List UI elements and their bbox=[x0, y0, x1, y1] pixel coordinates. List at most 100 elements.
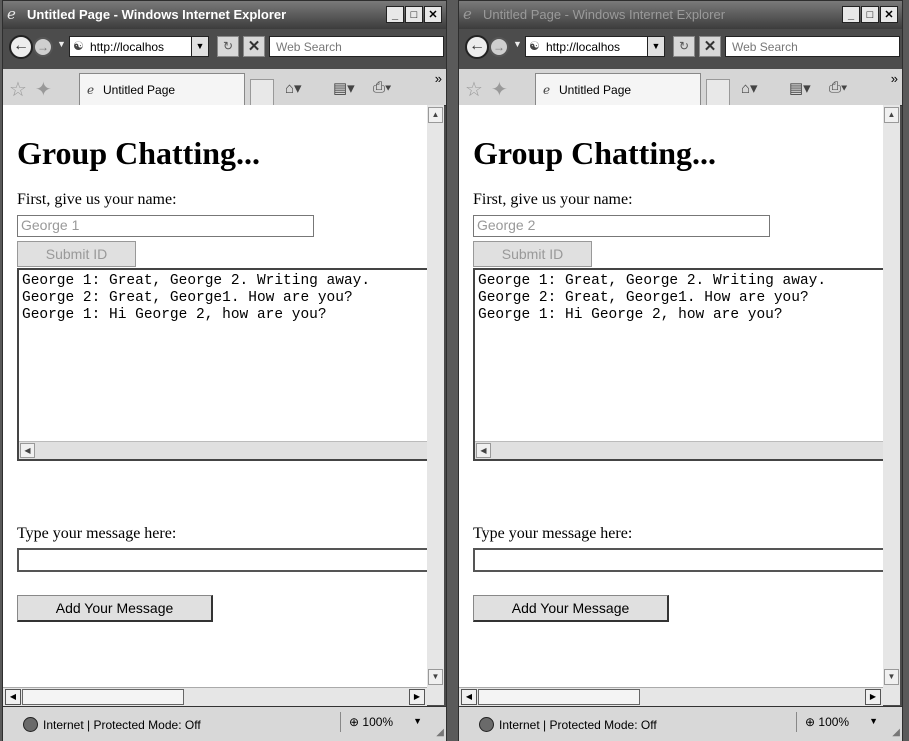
scrollbar-corner bbox=[427, 687, 444, 705]
name-field[interactable]: George 2 bbox=[473, 215, 770, 237]
message-input[interactable] bbox=[473, 548, 883, 572]
chat-log[interactable]: George 1: Great, George 2. Writing away.… bbox=[473, 268, 883, 461]
message-prompt: Type your message here: bbox=[17, 525, 177, 542]
ie-logo-icon: e bbox=[463, 5, 472, 23]
caption-buttons: _ □ ✕ bbox=[385, 6, 442, 23]
ie-logo-icon: e bbox=[87, 83, 95, 97]
add-favorites-icon[interactable]: ✦ bbox=[491, 77, 508, 102]
search-input[interactable]: Web Search bbox=[725, 36, 900, 57]
rss-feed-icon[interactable]: ▤▾ bbox=[789, 79, 811, 97]
globe-icon bbox=[23, 717, 38, 732]
page-title: Group Chatting... bbox=[17, 135, 261, 171]
zoom-level: 100% bbox=[818, 715, 850, 729]
home-icon[interactable]: ⌂▾ bbox=[285, 79, 302, 97]
scroll-down-icon[interactable]: ▼ bbox=[428, 669, 443, 685]
zoom-dropdown-icon[interactable]: ▼ bbox=[869, 716, 878, 726]
search-input[interactable]: Web Search bbox=[269, 36, 444, 57]
chat-line: George 2: Great, George1. How are you? bbox=[478, 290, 809, 306]
zoom-icon: ⊕ bbox=[805, 715, 816, 729]
chat-line: George 1: Great, George 2. Writing away. bbox=[478, 273, 827, 289]
minimize-button[interactable]: _ bbox=[842, 6, 860, 23]
scroll-left-icon[interactable]: ◀ bbox=[5, 689, 21, 705]
new-tab-button[interactable] bbox=[706, 79, 730, 105]
zoom-control[interactable]: ⊕ 100% ▼ bbox=[796, 712, 888, 732]
title-bar[interactable]: e Untitled Page - Windows Internet Explo… bbox=[3, 1, 446, 29]
tab-untitled-page[interactable]: e Untitled Page bbox=[79, 73, 245, 105]
print-icon[interactable]: ⎙▾ bbox=[829, 79, 847, 96]
history-dropdown-icon[interactable]: ▼ bbox=[513, 39, 522, 49]
scroll-right-icon[interactable]: ▶ bbox=[409, 689, 425, 705]
scroll-left-icon[interactable]: ◀ bbox=[20, 443, 35, 458]
vertical-scrollbar[interactable]: ▲ ▼ bbox=[427, 105, 444, 687]
message-input[interactable] bbox=[17, 548, 427, 572]
maximize-button[interactable]: □ bbox=[861, 6, 879, 23]
scroll-thumb[interactable] bbox=[22, 689, 184, 705]
add-message-button[interactable]: Add Your Message bbox=[473, 595, 669, 622]
page-content: Group Chatting... First, give us your na… bbox=[459, 105, 883, 687]
address-dropdown-icon[interactable]: ▼ bbox=[191, 37, 208, 56]
close-button[interactable]: ✕ bbox=[424, 6, 442, 23]
name-field[interactable]: George 1 bbox=[17, 215, 314, 237]
chat-log-scrollbar[interactable]: ◀ bbox=[475, 441, 883, 459]
add-favorites-icon[interactable]: ✦ bbox=[35, 77, 52, 102]
scroll-down-icon[interactable]: ▼ bbox=[884, 669, 899, 685]
ie-logo-icon: e bbox=[543, 83, 551, 97]
vertical-scrollbar[interactable]: ▲ ▼ bbox=[883, 105, 900, 687]
tab-untitled-page[interactable]: e Untitled Page bbox=[535, 73, 701, 105]
zoom-control[interactable]: ⊕ 100% ▼ bbox=[340, 712, 432, 732]
horizontal-scrollbar[interactable]: ◀ ▶ bbox=[3, 687, 427, 706]
scroll-left-icon[interactable]: ◀ bbox=[476, 443, 491, 458]
page-icon: ☯ bbox=[529, 39, 540, 53]
chat-log[interactable]: George 1: Great, George 2. Writing away.… bbox=[17, 268, 427, 461]
back-icon[interactable]: ← bbox=[9, 35, 33, 59]
resize-grip-icon[interactable]: ◢ bbox=[436, 727, 444, 738]
history-dropdown-icon[interactable]: ▼ bbox=[57, 39, 66, 49]
zoom-level: 100% bbox=[362, 715, 394, 729]
close-button[interactable]: ✕ bbox=[880, 6, 898, 23]
command-bar: ☆ ✦ e Untitled Page ⌂▾ ▤▾ ⎙▾ » bbox=[459, 69, 902, 106]
print-icon[interactable]: ⎙▾ bbox=[373, 79, 391, 96]
minimize-button[interactable]: _ bbox=[386, 6, 404, 23]
more-tools-icon[interactable]: » bbox=[891, 71, 898, 86]
favorites-star-icon[interactable]: ☆ bbox=[465, 77, 483, 102]
address-dropdown-icon[interactable]: ▼ bbox=[647, 37, 664, 56]
back-icon[interactable]: ← bbox=[465, 35, 489, 59]
stop-icon[interactable]: ✕ bbox=[243, 36, 265, 57]
resize-grip-icon[interactable]: ◢ bbox=[892, 727, 900, 738]
caption-buttons: _ □ ✕ bbox=[841, 6, 898, 23]
message-prompt: Type your message here: bbox=[473, 525, 633, 542]
address-bar[interactable]: ☯ http://localhos ▼ bbox=[525, 36, 665, 57]
status-text: Internet | Protected Mode: Off bbox=[499, 718, 657, 732]
stop-icon[interactable]: ✕ bbox=[699, 36, 721, 57]
status-bar: Internet | Protected Mode: Off ⊕ 100% ▼ … bbox=[3, 706, 446, 741]
forward-icon[interactable]: → bbox=[33, 37, 53, 57]
window-title: Untitled Page - Windows Internet Explore… bbox=[27, 7, 287, 22]
scroll-up-icon[interactable]: ▲ bbox=[884, 107, 899, 123]
submit-id-button[interactable]: Submit ID bbox=[17, 241, 136, 267]
horizontal-scrollbar[interactable]: ◀ ▶ bbox=[459, 687, 883, 706]
scroll-thumb[interactable] bbox=[478, 689, 640, 705]
new-tab-button[interactable] bbox=[250, 79, 274, 105]
submit-id-button[interactable]: Submit ID bbox=[473, 241, 592, 267]
refresh-icon[interactable]: ↻ bbox=[673, 36, 695, 57]
more-tools-icon[interactable]: » bbox=[435, 71, 442, 86]
address-text: http://localhos bbox=[546, 40, 621, 54]
zoom-icon: ⊕ bbox=[349, 715, 360, 729]
scroll-right-icon[interactable]: ▶ bbox=[865, 689, 881, 705]
forward-icon[interactable]: → bbox=[489, 37, 509, 57]
chat-log-scrollbar[interactable]: ◀ bbox=[19, 441, 427, 459]
home-icon[interactable]: ⌂▾ bbox=[741, 79, 758, 97]
chat-line: George 1: Great, George 2. Writing away. bbox=[22, 273, 371, 289]
add-message-button[interactable]: Add Your Message bbox=[17, 595, 213, 622]
address-bar[interactable]: ☯ http://localhos ▼ bbox=[69, 36, 209, 57]
scroll-left-icon[interactable]: ◀ bbox=[461, 689, 477, 705]
title-bar[interactable]: e Untitled Page - Windows Internet Explo… bbox=[459, 1, 902, 29]
chat-line: George 1: Hi George 2, how are you? bbox=[22, 307, 327, 323]
scroll-up-icon[interactable]: ▲ bbox=[428, 107, 443, 123]
status-text: Internet | Protected Mode: Off bbox=[43, 718, 201, 732]
maximize-button[interactable]: □ bbox=[405, 6, 423, 23]
rss-feed-icon[interactable]: ▤▾ bbox=[333, 79, 355, 97]
favorites-star-icon[interactable]: ☆ bbox=[9, 77, 27, 102]
refresh-icon[interactable]: ↻ bbox=[217, 36, 239, 57]
zoom-dropdown-icon[interactable]: ▼ bbox=[413, 716, 422, 726]
